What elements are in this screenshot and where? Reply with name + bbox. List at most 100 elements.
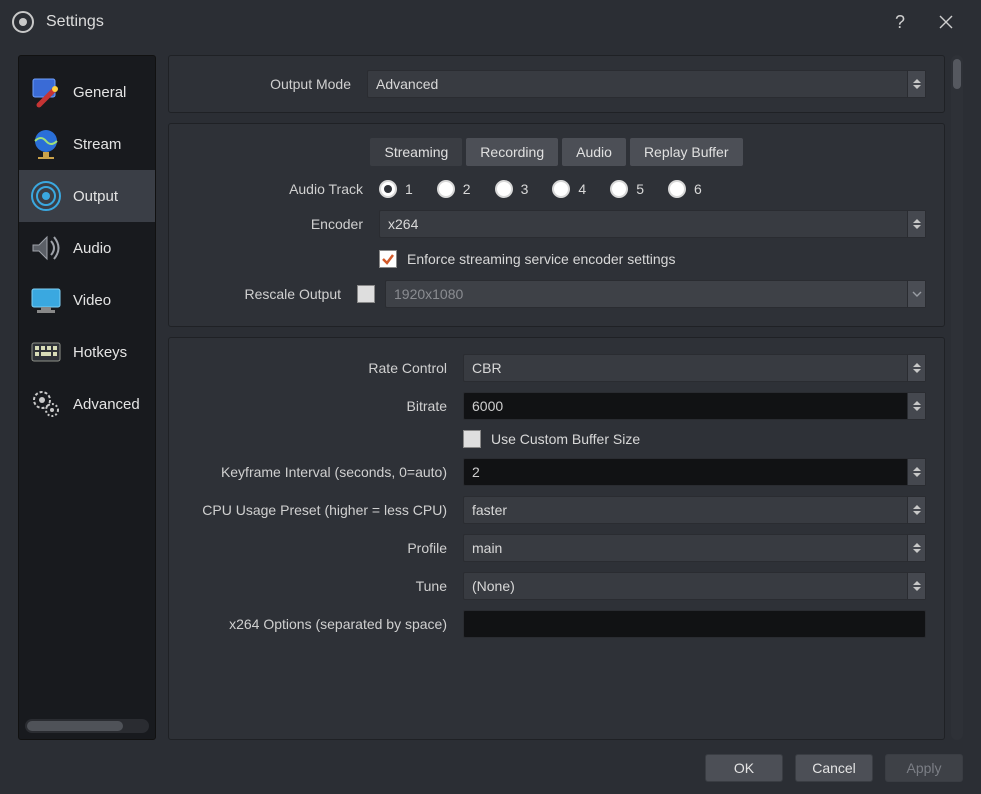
sidebar: General Stream (18, 55, 156, 740)
dialog-footer: OK Cancel Apply (705, 754, 963, 782)
sidebar-item-advanced[interactable]: Advanced (19, 378, 155, 430)
sidebar-item-label: Stream (73, 136, 121, 153)
hotkeys-icon (29, 335, 63, 369)
audio-track-3[interactable]: 3 (495, 180, 529, 198)
cpu-preset-dropdown[interactable]: faster (463, 496, 926, 524)
dropdown-handle-icon (907, 573, 925, 599)
tune-value: (None) (472, 578, 515, 594)
check-icon (381, 252, 395, 266)
tab-replay-buffer[interactable]: Replay Buffer (630, 138, 743, 166)
sidebar-item-video[interactable]: Video (19, 274, 155, 326)
rescale-value: 1920x1080 (394, 286, 463, 302)
keyframe-input[interactable]: 2 (463, 458, 926, 486)
main-panel: Output Mode Advanced Streaming Recording… (168, 55, 963, 740)
audio-track-4[interactable]: 4 (552, 180, 586, 198)
video-icon (29, 283, 63, 317)
stream-icon (29, 127, 63, 161)
titlebar: Settings ? (0, 0, 981, 44)
close-button[interactable] (923, 0, 969, 44)
tune-dropdown[interactable]: (None) (463, 572, 926, 600)
audio-track-5[interactable]: 5 (610, 180, 644, 198)
window-title: Settings (46, 13, 104, 31)
rescale-dropdown: 1920x1080 (385, 280, 926, 308)
dropdown-handle-icon (907, 71, 925, 97)
sidebar-item-general[interactable]: General (19, 66, 155, 118)
sidebar-item-label: Output (73, 188, 118, 205)
keyframe-value: 2 (472, 464, 480, 480)
advanced-icon (29, 387, 63, 421)
radio-icon (495, 180, 513, 198)
dropdown-handle-icon (907, 281, 925, 307)
audio-track-6[interactable]: 6 (668, 180, 702, 198)
radio-icon (552, 180, 570, 198)
main-vertical-scrollbar[interactable] (951, 55, 963, 740)
cpu-preset-value: faster (472, 502, 507, 518)
sidebar-item-audio[interactable]: Audio (19, 222, 155, 274)
custom-buffer-label: Use Custom Buffer Size (491, 431, 640, 447)
output-mode-panel: Output Mode Advanced (168, 55, 945, 113)
encoder-settings-panel: Rate Control CBR Bitrate 6000 Use Custom (168, 337, 945, 740)
custom-buffer-checkbox[interactable] (463, 430, 481, 448)
bitrate-label: Bitrate (187, 398, 453, 414)
rescale-label: Rescale Output (187, 286, 347, 302)
ok-button[interactable]: OK (705, 754, 783, 782)
dropdown-handle-icon (907, 535, 925, 561)
audio-track-1[interactable]: 1 (379, 180, 413, 198)
rescale-checkbox[interactable] (357, 285, 375, 303)
audio-track-label: Audio Track (187, 181, 369, 197)
rate-control-dropdown[interactable]: CBR (463, 354, 926, 382)
general-icon (29, 75, 63, 109)
output-mode-label: Output Mode (187, 76, 357, 92)
dropdown-handle-icon (907, 497, 925, 523)
x264-opts-input[interactable] (463, 610, 926, 638)
dropdown-handle-icon (907, 355, 925, 381)
tab-audio[interactable]: Audio (562, 138, 626, 166)
output-icon (29, 179, 63, 213)
spinner-handle-icon (907, 393, 925, 419)
sidebar-item-stream[interactable]: Stream (19, 118, 155, 170)
tune-label: Tune (187, 578, 453, 594)
profile-value: main (472, 540, 502, 556)
profile-label: Profile (187, 540, 453, 556)
enforce-checkbox[interactable] (379, 250, 397, 268)
x264-opts-label: x264 Options (separated by space) (187, 616, 453, 632)
help-button[interactable]: ? (877, 0, 923, 44)
dropdown-handle-icon (907, 211, 925, 237)
sidebar-item-label: Hotkeys (73, 344, 127, 361)
audio-track-2[interactable]: 2 (437, 180, 471, 198)
output-mode-value: Advanced (376, 76, 438, 92)
profile-dropdown[interactable]: main (463, 534, 926, 562)
rate-control-value: CBR (472, 360, 502, 376)
sidebar-item-label: General (73, 84, 126, 101)
bitrate-value: 6000 (472, 398, 503, 414)
encoder-dropdown[interactable]: x264 (379, 210, 926, 238)
cancel-button[interactable]: Cancel (795, 754, 873, 782)
sidebar-item-hotkeys[interactable]: Hotkeys (19, 326, 155, 378)
enforce-label: Enforce streaming service encoder settin… (407, 251, 675, 267)
sidebar-item-label: Audio (73, 240, 111, 257)
tabs-panel: Streaming Recording Audio Replay Buffer … (168, 123, 945, 327)
keyframe-label: Keyframe Interval (seconds, 0=auto) (187, 464, 453, 480)
tab-recording[interactable]: Recording (466, 138, 558, 166)
output-mode-dropdown[interactable]: Advanced (367, 70, 926, 98)
radio-icon (437, 180, 455, 198)
sidebar-item-output[interactable]: Output (19, 170, 155, 222)
bitrate-input[interactable]: 6000 (463, 392, 926, 420)
sidebar-horizontal-scrollbar[interactable] (25, 719, 149, 733)
audio-track-radiogroup: 1 2 3 4 5 6 (379, 180, 702, 198)
radio-icon (610, 180, 628, 198)
obs-app-icon (12, 11, 34, 33)
spinner-handle-icon (907, 459, 925, 485)
radio-icon (379, 180, 397, 198)
close-icon (939, 15, 953, 29)
encoder-label: Encoder (187, 216, 369, 232)
radio-icon (668, 180, 686, 198)
cpu-preset-label: CPU Usage Preset (higher = less CPU) (187, 502, 453, 518)
sidebar-item-label: Video (73, 292, 111, 309)
sidebar-item-label: Advanced (73, 396, 140, 413)
apply-button: Apply (885, 754, 963, 782)
tabbar: Streaming Recording Audio Replay Buffer (187, 138, 926, 166)
audio-icon (29, 231, 63, 265)
tab-streaming[interactable]: Streaming (370, 138, 462, 166)
rate-control-label: Rate Control (187, 360, 453, 376)
